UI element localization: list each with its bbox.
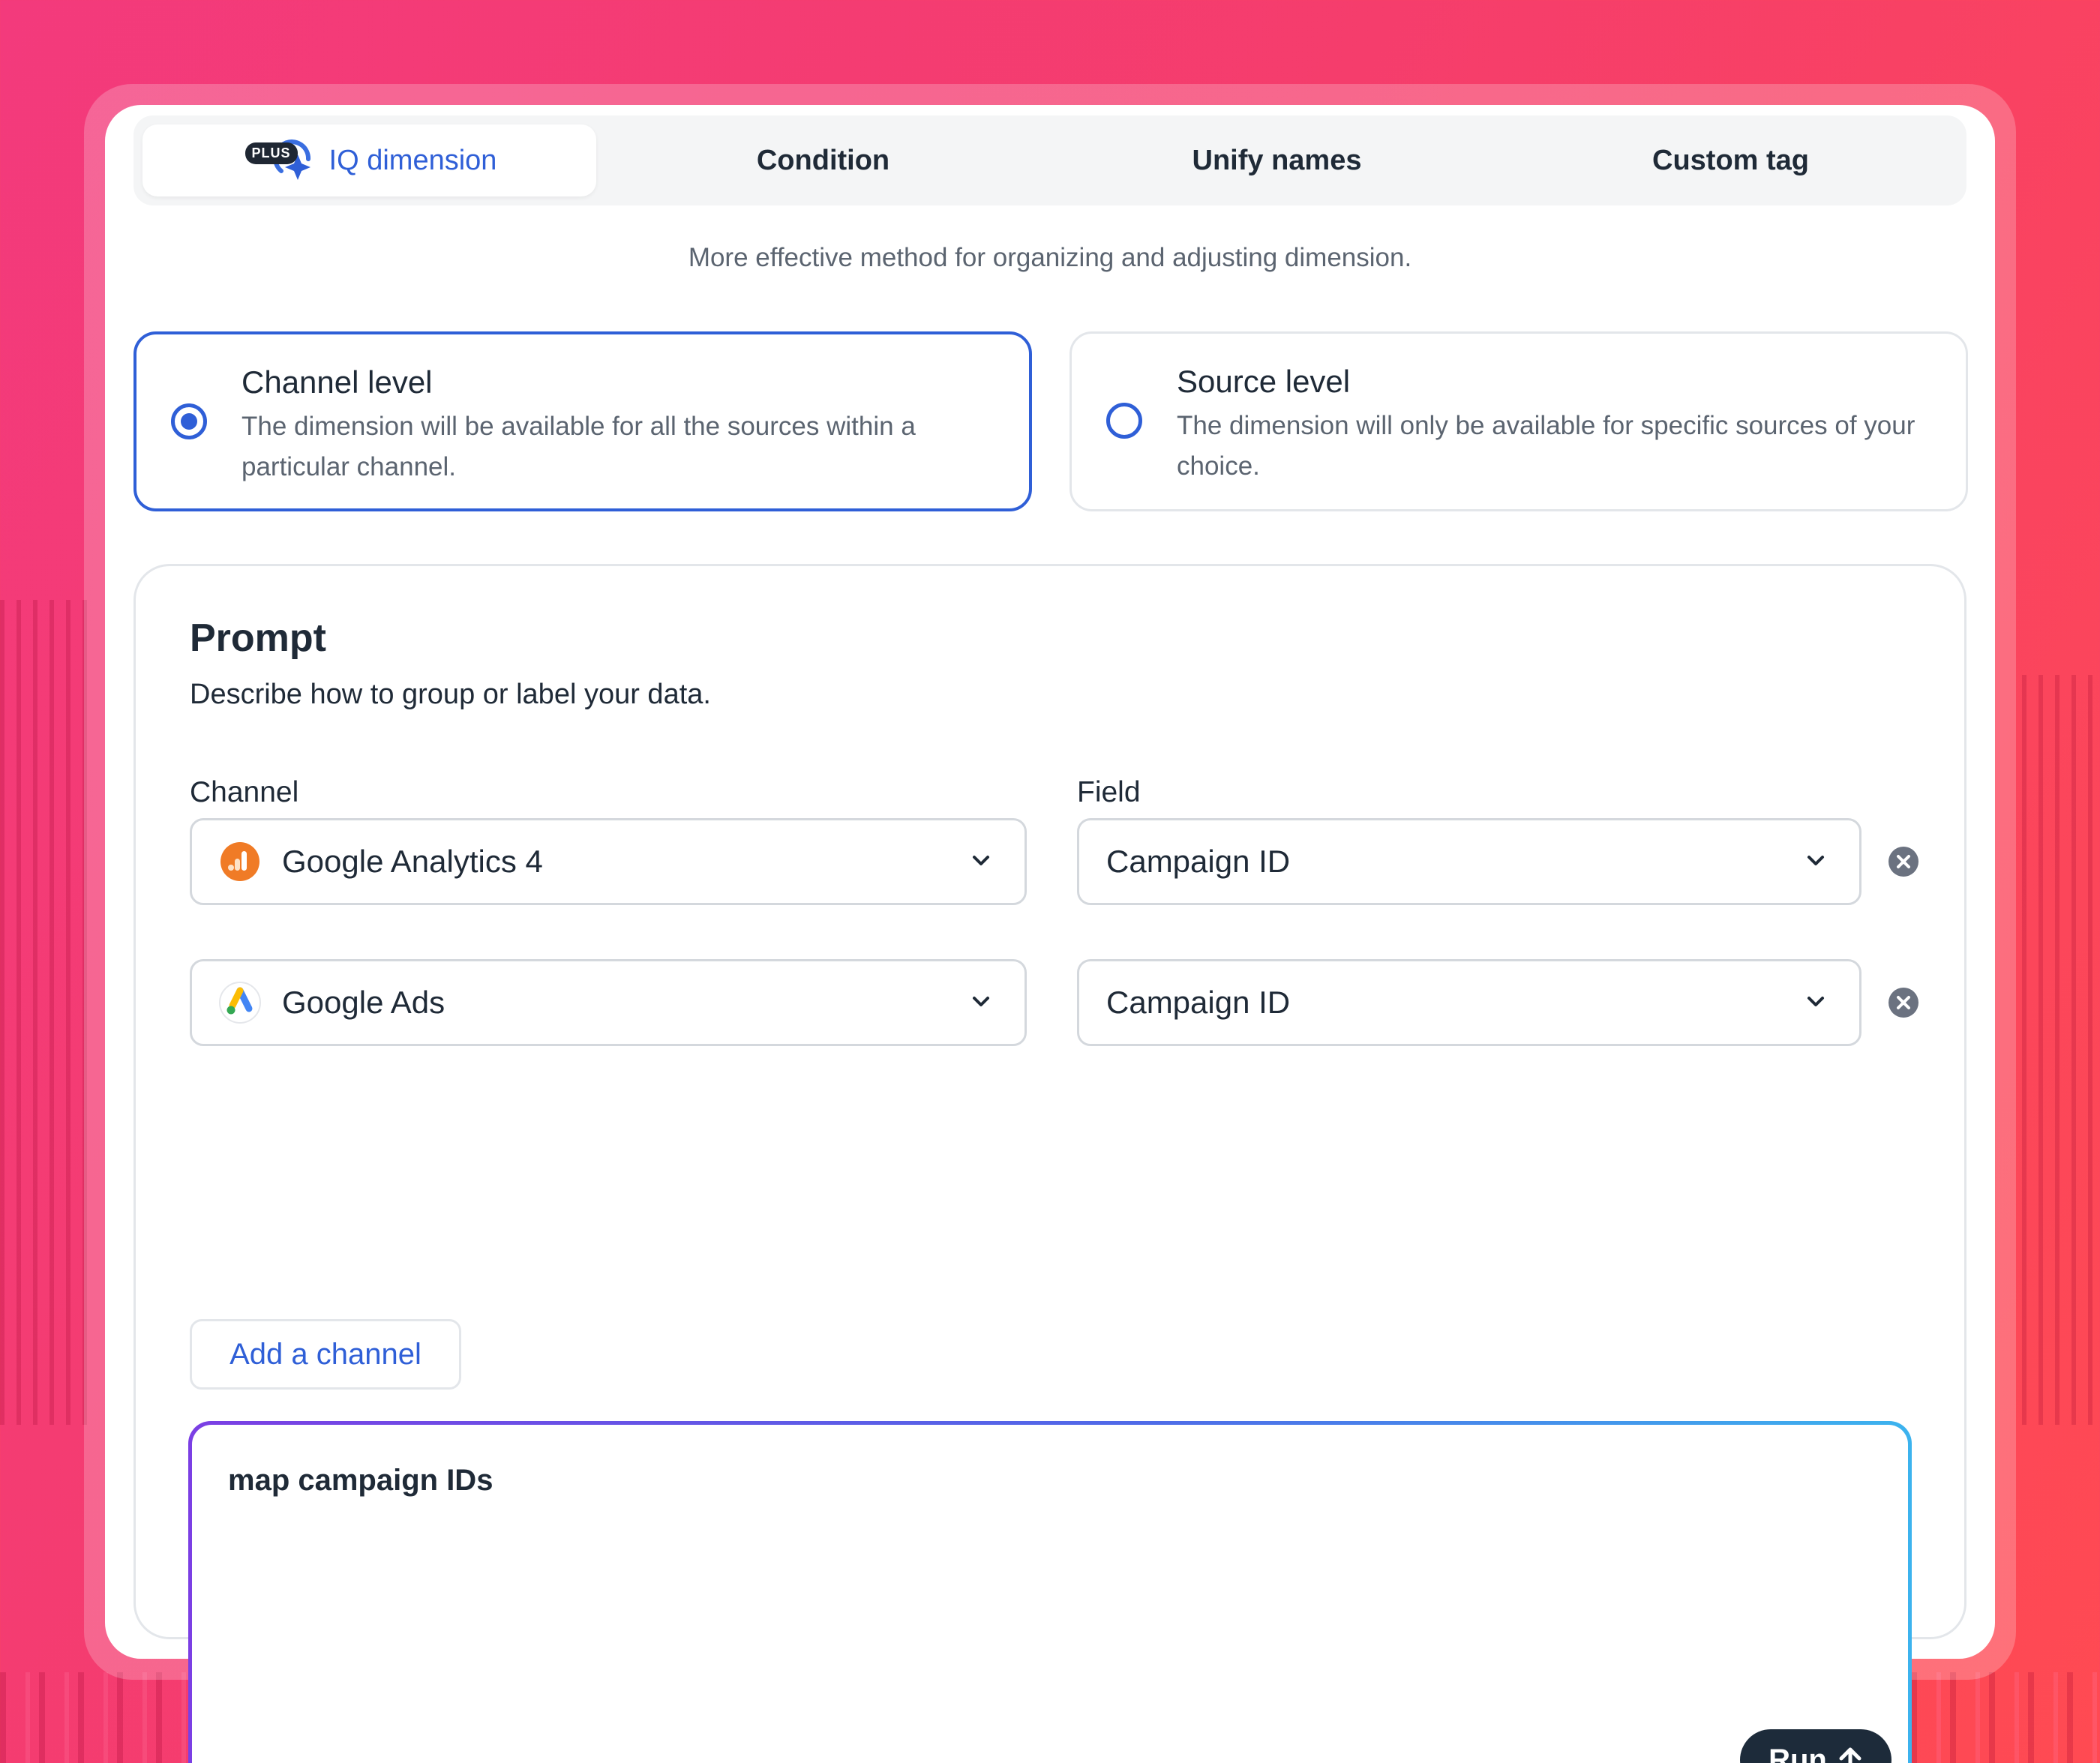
option-description: The dimension will only be available for… — [1177, 411, 1916, 481]
arrow-up-icon — [1839, 1747, 1862, 1763]
remove-row-icon[interactable] — [1888, 846, 1919, 877]
field-select-1[interactable]: Campaign ID — [1077, 818, 1862, 905]
tab-description: More effective method for organizing and… — [688, 243, 1412, 272]
dimension-card: PLUS IQ dimension Condition Unify names … — [105, 105, 1995, 1763]
option-source-level[interactable]: Source level The dimension will only be … — [1070, 331, 1968, 511]
field-select-value: Campaign ID — [1106, 844, 1291, 879]
chevron-down-icon — [1808, 856, 1824, 865]
channel-select-value: Google Analytics 4 — [282, 844, 543, 879]
tab-label: Condition — [756, 144, 890, 176]
prompt-panel: Prompt Describe how to group or label yo… — [134, 564, 1966, 1763]
prompt-input[interactable]: map campaign IDs Run — [192, 1425, 1908, 1763]
tab-bar: PLUS IQ dimension Condition Unify names … — [134, 115, 1966, 205]
remove-row-icon[interactable] — [1888, 987, 1919, 1018]
option-channel-level[interactable]: Channel level The dimension will be avai… — [134, 331, 1032, 511]
google-analytics-icon — [220, 842, 260, 881]
option-title: Source level — [1177, 364, 1351, 399]
prompt-description: Describe how to group or label your data… — [190, 679, 711, 710]
run-button-label: Run — [1768, 1743, 1827, 1763]
channel-select-1[interactable]: Google Analytics 4 — [190, 818, 1027, 905]
tab-custom-tag[interactable]: Custom tag — [1504, 124, 1958, 196]
tab-label: Custom tag — [1652, 144, 1809, 176]
prompt-title: Prompt — [190, 616, 326, 660]
chevron-down-icon — [1808, 997, 1824, 1006]
prompt-input-border: map campaign IDs Run — [188, 1421, 1912, 1763]
run-button[interactable]: Run — [1740, 1729, 1892, 1763]
google-ads-icon — [219, 982, 261, 1024]
field-label: Field — [1077, 776, 1141, 808]
background-stripes-right — [2010, 675, 2100, 1425]
tab-label: IQ dimension — [328, 144, 497, 176]
channel-select-value: Google Ads — [282, 985, 446, 1020]
field-select-value: Campaign ID — [1106, 985, 1291, 1020]
radio-source-level[interactable] — [1106, 403, 1142, 439]
tab-unify-names[interactable]: Unify names — [1050, 124, 1504, 196]
tab-condition[interactable]: Condition — [596, 124, 1050, 196]
iq-sparkle-icon: PLUS — [242, 138, 316, 183]
tab-label: Unify names — [1192, 144, 1362, 176]
channel-label: Channel — [190, 776, 299, 808]
option-title: Channel level — [242, 364, 433, 400]
channel-select-2[interactable]: Google Ads — [190, 959, 1027, 1046]
tab-iq-dimension[interactable]: PLUS IQ dimension — [142, 124, 596, 196]
prompt-input-text: map campaign IDs — [228, 1464, 494, 1497]
field-select-2[interactable]: Campaign ID — [1077, 959, 1862, 1046]
option-description: The dimension will be available for all … — [242, 412, 916, 481]
plus-badge: PLUS — [244, 142, 298, 164]
chevron-down-icon — [973, 997, 989, 1006]
chevron-down-icon — [973, 856, 989, 865]
radio-channel-level[interactable] — [171, 403, 207, 439]
add-channel-button[interactable]: Add a channel — [190, 1319, 461, 1390]
background-stripes-left — [0, 600, 90, 1425]
